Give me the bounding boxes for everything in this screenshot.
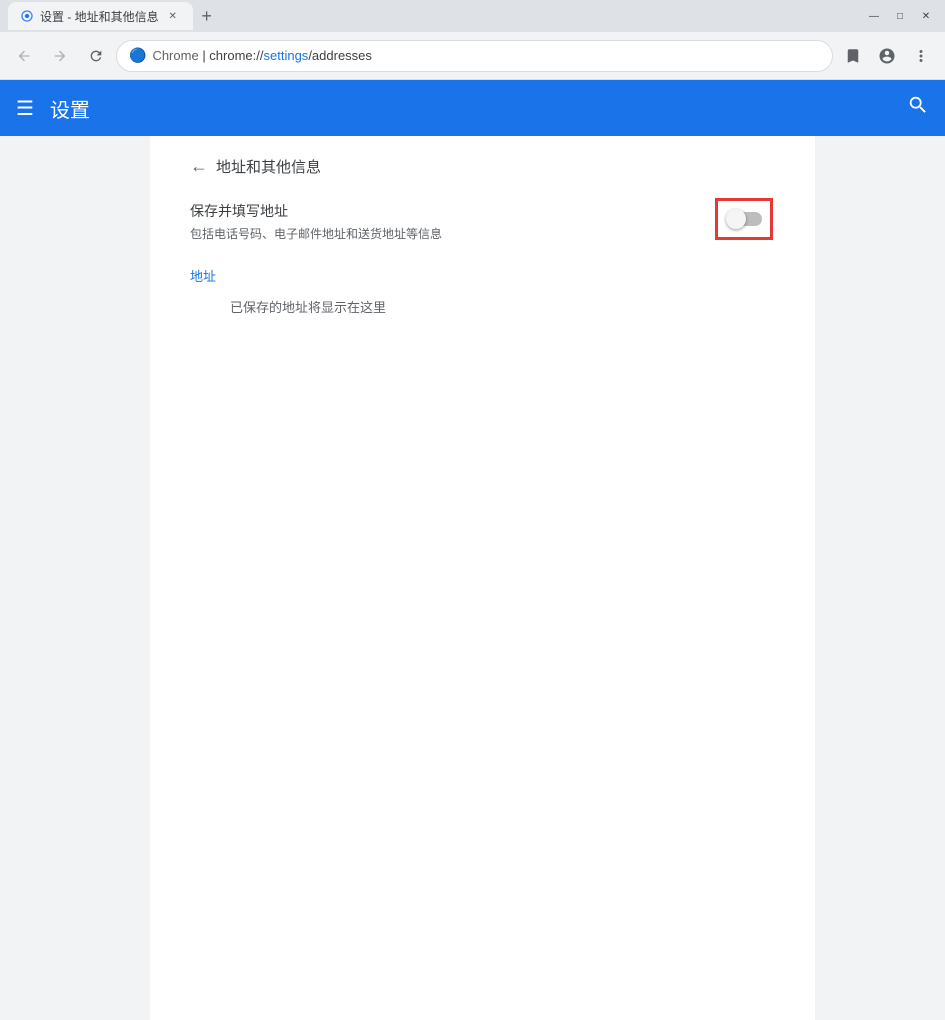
settings-tab-icon	[20, 9, 34, 23]
app-title: 设置	[50, 94, 90, 123]
save-addresses-info: 保存并填写地址 包括电话号码、电子邮件地址和送货地址等信息	[190, 201, 702, 242]
close-button[interactable]: ✕	[915, 8, 937, 24]
toggle-thumb	[726, 209, 746, 229]
save-addresses-toggle[interactable]	[726, 209, 762, 229]
main-content: ← 地址和其他信息 保存并填写地址 包括电话号码、电子邮件地址和送货地址等信息	[150, 136, 815, 1020]
content-wrapper: ← 地址和其他信息 保存并填写地址 包括电话号码、电子邮件地址和送货地址等信息	[0, 136, 945, 1020]
maximize-button[interactable]: □	[889, 8, 911, 24]
save-addresses-label: 保存并填写地址	[190, 201, 702, 221]
save-addresses-row: 保存并填写地址 包括电话号码、电子邮件地址和送货地址等信息	[190, 201, 770, 242]
address-settings: settings	[264, 48, 309, 63]
more-icon	[912, 47, 930, 65]
app-header-left: ☰ 设置	[16, 94, 90, 123]
tab-close-button[interactable]: ✕	[165, 8, 181, 24]
header-search-button[interactable]	[907, 94, 929, 122]
refresh-button[interactable]	[80, 40, 112, 72]
back-navigation[interactable]: ← 地址和其他信息	[190, 156, 770, 177]
minimize-button[interactable]: —	[863, 8, 885, 24]
addresses-section-title: 地址	[190, 266, 770, 285]
page-heading: 地址和其他信息	[216, 156, 321, 177]
account-icon	[878, 47, 896, 65]
new-tab-button[interactable]: +	[193, 2, 221, 30]
browser-toolbar: 🔵 Chrome | chrome://settings/addresses	[0, 32, 945, 80]
sidebar	[0, 136, 150, 1020]
addresses-empty-message: 已保存的地址将显示在这里	[230, 297, 770, 316]
site-info-icon: 🔵	[129, 47, 146, 64]
bookmark-button[interactable]	[837, 40, 869, 72]
address-bar[interactable]: 🔵 Chrome | chrome://settings/addresses	[116, 40, 833, 72]
address-chrome: Chrome	[152, 48, 198, 63]
hamburger-menu-button[interactable]: ☰	[16, 96, 34, 121]
forward-button[interactable]	[44, 40, 76, 72]
account-button[interactable]	[871, 40, 903, 72]
bookmark-icon	[844, 47, 862, 65]
toggle-highlight	[718, 201, 770, 237]
tab-title: 设置 - 地址和其他信息	[40, 8, 159, 25]
forward-icon	[52, 48, 68, 64]
address-text: Chrome | chrome://settings/addresses	[152, 48, 371, 63]
toolbar-right	[837, 40, 937, 72]
active-tab[interactable]: 设置 - 地址和其他信息 ✕	[8, 2, 193, 30]
settings-page: ← 地址和其他信息 保存并填写地址 包括电话号码、电子邮件地址和送货地址等信息	[150, 136, 810, 336]
chrome-menu-button[interactable]	[905, 40, 937, 72]
app-header: ☰ 设置	[0, 80, 945, 136]
save-addresses-desc: 包括电话号码、电子邮件地址和送货地址等信息	[190, 225, 702, 242]
back-arrow-icon: ←	[190, 156, 208, 177]
back-icon	[16, 48, 32, 64]
search-icon	[907, 94, 929, 116]
refresh-icon	[88, 48, 104, 64]
window-controls: — □ ✕	[863, 8, 937, 24]
back-button[interactable]	[8, 40, 40, 72]
titlebar-left: 设置 - 地址和其他信息 ✕ +	[8, 2, 221, 30]
right-area	[815, 136, 945, 1020]
titlebar: 设置 - 地址和其他信息 ✕ + — □ ✕	[0, 0, 945, 32]
